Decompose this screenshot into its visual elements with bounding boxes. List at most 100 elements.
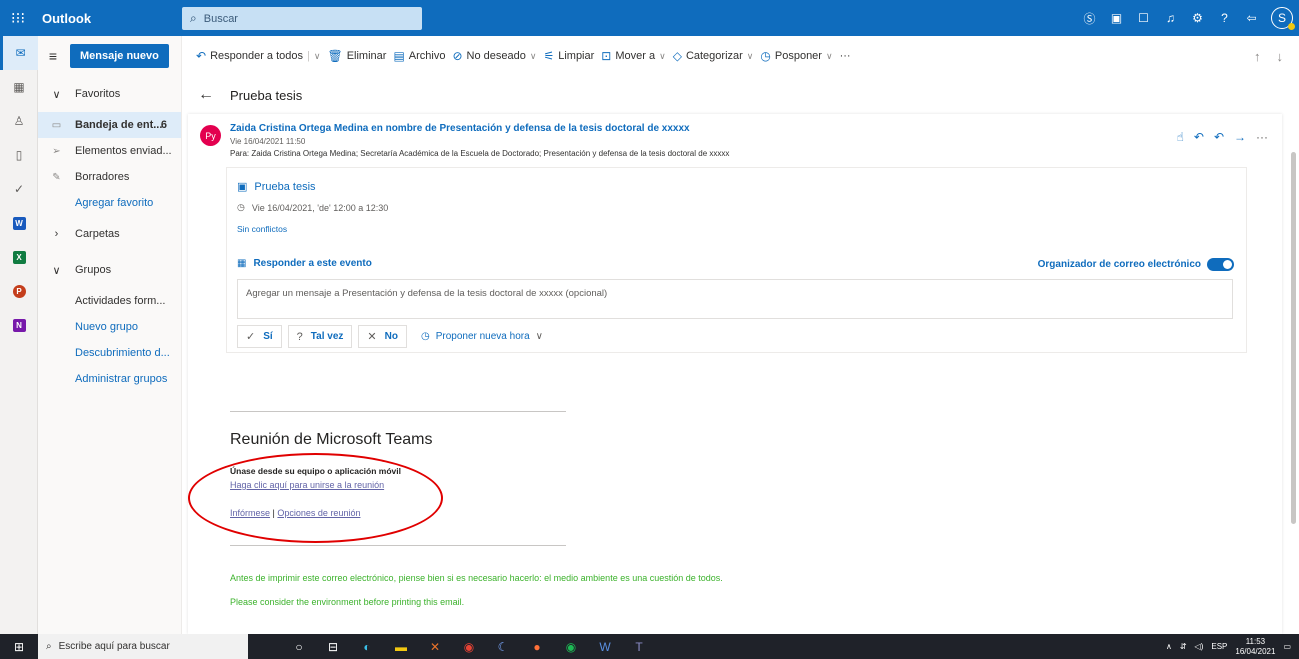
account-avatar[interactable]: S (1271, 7, 1295, 30)
event-title-row[interactable]: ▣ Prueba tesis (237, 180, 316, 194)
network-icon[interactable]: ⇵ (1180, 642, 1187, 651)
spotify-icon[interactable]: ◉ (554, 640, 588, 654)
files-icon[interactable]: ▯ (0, 138, 38, 172)
arrow-up-icon[interactable]: ↑ (1254, 49, 1261, 64)
archive-label: Archivo (408, 50, 446, 62)
sender-name[interactable]: Zaida Cristina Ortega Medina en nombre d… (230, 123, 690, 134)
footer-notice-en: Please consider the environment before p… (230, 597, 465, 607)
accept-button[interactable]: ✓ Sí (237, 325, 282, 348)
people-icon[interactable]: ♙ (0, 104, 38, 138)
chevron-down-icon: ∨ (825, 50, 833, 61)
junk-button[interactable]: ⊘ No deseado ∨ (452, 49, 536, 63)
cortana-icon[interactable]: ○ (282, 640, 316, 654)
app-icon[interactable]: ☾ (486, 640, 520, 654)
back-arrow-icon[interactable]: ← (198, 86, 214, 104)
propose-new-time-button[interactable]: ◷ Proponer nueva hora ∨ (413, 325, 551, 348)
edge-icon[interactable]: ◐ (350, 640, 384, 654)
decline-label: No (384, 331, 398, 342)
task-view-icon[interactable]: ⊟ (316, 640, 350, 654)
manage-groups-link[interactable]: Administrar grupos (38, 366, 181, 392)
chrome-icon[interactable]: ◉ (452, 640, 486, 654)
snooze-button[interactable]: ◷ Posponer ∨ (760, 49, 832, 63)
more-icon[interactable]: ··· (1256, 130, 1268, 144)
app-title[interactable]: Outlook (42, 11, 182, 26)
reading-pane-scrollbar[interactable] (1289, 120, 1298, 634)
help-icon[interactable]: ? (1211, 11, 1238, 25)
arrow-down-icon[interactable]: ↓ (1277, 49, 1284, 64)
snooze-label: Posponer (774, 50, 822, 62)
search-box[interactable]: ⌕ Buscar (182, 7, 422, 30)
folder-inbox[interactable]: ▭ Bandeja de ent... 6 (38, 112, 181, 138)
clock-date: 16/04/2021 (1235, 646, 1276, 656)
organizer-email-toggle[interactable] (1207, 258, 1234, 271)
reply-all-button[interactable]: ↶ Responder a todos | ∨ (196, 49, 320, 63)
notifications-icon[interactable]: ♫ (1157, 11, 1184, 25)
question-icon: ? (296, 330, 303, 343)
teams-icon[interactable]: T (622, 640, 656, 654)
settings-icon[interactable]: ⚙ (1184, 11, 1211, 25)
reply-all-icon: ↶ (196, 49, 207, 63)
move-to-button[interactable]: ⊡ Mover a ∨ (601, 49, 665, 63)
clock-icon: ◷ (760, 49, 771, 63)
clock[interactable]: 11:53 16/04/2021 (1235, 637, 1275, 657)
footer-notice-es: Antes de imprimir este correo electrónic… (230, 573, 723, 583)
scrollbar-thumb[interactable] (1291, 152, 1296, 524)
new-group-link[interactable]: Nuevo grupo (38, 314, 181, 340)
chevron-down-icon: ∨ (746, 50, 754, 61)
respond-label: Responder a este evento (253, 258, 372, 269)
red-highlight-ellipse (188, 453, 443, 543)
powerpoint-icon[interactable]: P (0, 274, 38, 308)
folder-drafts[interactable]: ✎ Borradores (38, 164, 181, 190)
archive-button[interactable]: ▤ Archivo (393, 49, 445, 63)
mail-icon[interactable]: ✉ (0, 36, 38, 70)
skype-icon[interactable]: Ⓢ (1076, 10, 1103, 27)
response-message-input[interactable]: Agregar un mensaje a Presentación y defe… (237, 279, 1233, 319)
todo-icon[interactable]: ✓ (0, 172, 38, 206)
sweep-button[interactable]: ⚟ Limpiar (543, 49, 594, 63)
decline-button[interactable]: ✕ No (358, 325, 407, 348)
language-indicator[interactable]: ESP (1211, 642, 1227, 651)
favorites-header[interactable]: ∨ Favoritos (38, 76, 181, 112)
message-subject: Prueba tesis (230, 87, 303, 103)
my-day-icon[interactable]: ☐ (1130, 11, 1157, 25)
discover-groups-link[interactable]: Descubrimiento d... (38, 340, 181, 366)
word-icon[interactable]: W (0, 206, 38, 240)
search-placeholder[interactable]: Buscar (204, 13, 238, 25)
forward-icon[interactable]: → (1234, 130, 1246, 144)
teams-icon[interactable]: ▣ (1103, 11, 1130, 25)
calendar-icon[interactable]: ▦ (0, 70, 38, 104)
folders-header[interactable]: › Carpetas (38, 216, 181, 252)
word-icon[interactable]: W (588, 640, 622, 654)
reply-icon[interactable]: ↶ (1194, 130, 1204, 144)
organizer-email-toggle-row: Organizador de correo electrónico (1038, 258, 1234, 271)
more-actions-button[interactable]: ··· (840, 50, 851, 62)
chevron-up-icon[interactable]: ∧ (1166, 642, 1172, 651)
taskbar-search[interactable]: ⌕ Escribe aquí para buscar (38, 634, 248, 659)
add-favorite-link[interactable]: Agregar favorito (38, 190, 181, 216)
tentative-button[interactable]: ? Tal vez (287, 325, 353, 348)
delete-button[interactable]: 🗑 Eliminar (327, 49, 386, 63)
group-item[interactable]: Actividades form... (38, 288, 181, 314)
matlab-icon[interactable]: ✕ (418, 640, 452, 654)
groups-header[interactable]: ∨ Grupos (38, 252, 181, 288)
hamburger-menu-icon[interactable]: ≡ (38, 48, 68, 64)
excel-icon[interactable]: X (0, 240, 38, 274)
onenote-icon[interactable]: N (0, 308, 38, 342)
windows-start-icon[interactable]: ⊞ (0, 634, 38, 659)
reply-all-icon[interactable]: ↶ (1214, 130, 1224, 144)
subject-row: ← Prueba tesis (182, 78, 1286, 112)
file-explorer-icon[interactable]: ▬ (384, 640, 418, 654)
folder-sent[interactable]: ➢ Elementos enviad... (38, 138, 181, 164)
notification-center-icon[interactable]: ▭ (1283, 642, 1291, 651)
app-launcher-icon[interactable]: ⁝⁝⁝ (0, 0, 36, 36)
volume-icon[interactable]: ◁) (1195, 642, 1204, 651)
block-icon: ⊘ (452, 49, 463, 63)
sender-avatar[interactable]: Py (200, 125, 221, 146)
firefox-icon[interactable]: ● (520, 640, 554, 654)
feedback-icon[interactable]: ⇦ (1238, 11, 1265, 25)
categorize-button[interactable]: ◇ Categorizar ∨ (673, 49, 754, 63)
conflicts-link[interactable]: Sin conflictos (237, 224, 287, 234)
new-mail-button[interactable]: Mensaje nuevo (70, 44, 169, 68)
chevron-down-icon[interactable]: ∨ (314, 51, 321, 62)
like-icon[interactable]: ☝ (1177, 130, 1184, 144)
